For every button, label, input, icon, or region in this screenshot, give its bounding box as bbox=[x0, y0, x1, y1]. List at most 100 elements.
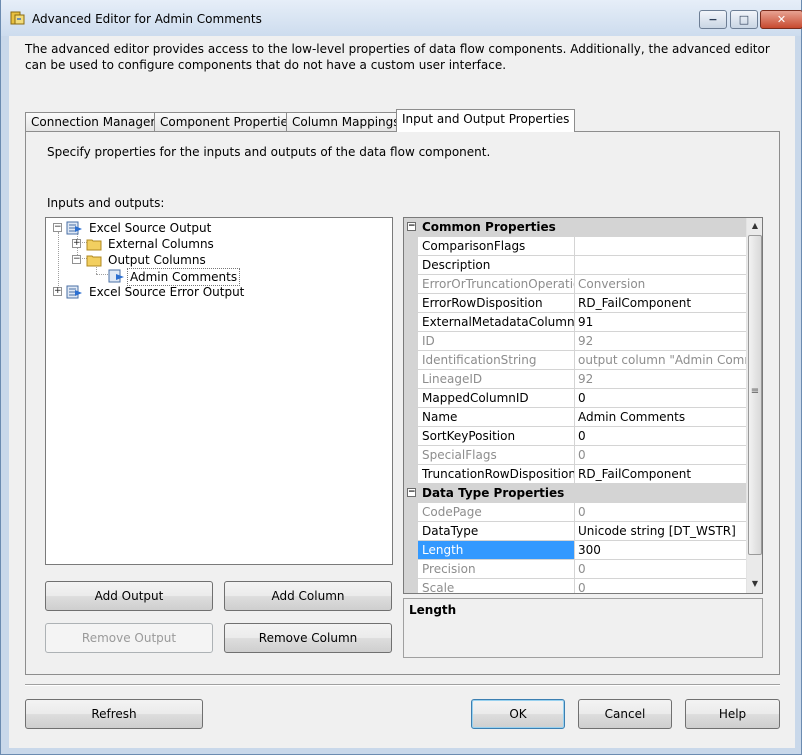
property-row[interactable]: LineageID 92 bbox=[404, 370, 746, 389]
property-name[interactable]: Scale bbox=[418, 579, 575, 593]
property-row[interactable]: DataType Unicode string [DT_WSTR] bbox=[404, 522, 746, 541]
remove-column-button[interactable]: Remove Column bbox=[224, 623, 392, 653]
cancel-button[interactable]: Cancel bbox=[578, 699, 672, 729]
property-name[interactable]: Description bbox=[418, 256, 575, 275]
window-title: Advanced Editor for Admin Comments bbox=[32, 12, 262, 26]
property-name[interactable]: SortKeyPosition bbox=[418, 427, 575, 446]
property-row[interactable]: Description bbox=[404, 256, 746, 275]
tab-component-properties[interactable]: Component Properties bbox=[154, 112, 301, 132]
property-name[interactable]: ComparisonFlags bbox=[418, 237, 575, 256]
property-value[interactable]: RD_FailComponent bbox=[575, 465, 746, 484]
property-value[interactable]: Conversion bbox=[575, 275, 746, 294]
property-row[interactable]: ErrorRowDisposition RD_FailComponent bbox=[404, 294, 746, 313]
row-margin bbox=[404, 427, 418, 446]
ok-button[interactable]: OK bbox=[471, 699, 565, 729]
property-row[interactable]: MappedColumnID 0 bbox=[404, 389, 746, 408]
row-margin bbox=[404, 408, 418, 427]
property-name[interactable]: Length bbox=[418, 541, 575, 560]
inputs-outputs-label: Inputs and outputs: bbox=[47, 196, 165, 210]
property-row[interactable]: IdentificationString output column "Admin… bbox=[404, 351, 746, 370]
category-label: Data Type Properties bbox=[422, 486, 565, 500]
close-button[interactable]: ✕ bbox=[760, 10, 802, 29]
panel-instructions: Specify properties for the inputs and ou… bbox=[47, 145, 491, 159]
property-name[interactable]: SpecialFlags bbox=[418, 446, 575, 465]
collapse-icon[interactable]: − bbox=[72, 255, 81, 264]
property-value[interactable]: RD_FailComponent bbox=[575, 294, 746, 313]
remove-output-button[interactable]: Remove Output bbox=[45, 623, 213, 653]
property-value[interactable]: 92 bbox=[575, 370, 746, 389]
expand-icon[interactable]: + bbox=[72, 239, 81, 248]
property-name[interactable]: IdentificationString bbox=[418, 351, 575, 370]
expand-icon[interactable]: + bbox=[53, 287, 62, 296]
close-icon: ✕ bbox=[776, 13, 787, 26]
dialog-client: The advanced editor provides access to t… bbox=[9, 36, 795, 748]
title-bar[interactable]: Advanced Editor for Admin Comments − □ ✕ bbox=[1, 0, 802, 36]
property-value[interactable]: 0 bbox=[575, 503, 746, 522]
property-description-pane: Length bbox=[403, 598, 763, 658]
property-row[interactable]: SpecialFlags 0 bbox=[404, 446, 746, 465]
property-row[interactable]: Name Admin Comments bbox=[404, 408, 746, 427]
property-name[interactable]: ErrorRowDisposition bbox=[418, 294, 575, 313]
scroll-thumb[interactable]: ≡ bbox=[748, 235, 762, 555]
row-margin bbox=[404, 237, 418, 256]
row-margin bbox=[404, 294, 418, 313]
property-value[interactable]: 300 bbox=[575, 541, 746, 560]
property-name[interactable]: Precision bbox=[418, 560, 575, 579]
property-value[interactable] bbox=[575, 237, 746, 256]
property-grid-scrollbar[interactable]: ▲ ≡ ▼ bbox=[746, 218, 762, 593]
tab-column-mappings[interactable]: Column Mappings bbox=[286, 112, 406, 132]
collapse-icon[interactable]: − bbox=[53, 223, 62, 232]
property-value[interactable]: Unicode string [DT_WSTR] bbox=[575, 522, 746, 541]
property-value[interactable]: Admin Comments bbox=[575, 408, 746, 427]
property-value[interactable] bbox=[575, 256, 746, 275]
folder-icon bbox=[86, 239, 102, 251]
property-value[interactable]: 0 bbox=[575, 446, 746, 465]
property-name[interactable]: ErrorOrTruncationOperation bbox=[418, 275, 575, 294]
property-row[interactable]: CodePage 0 bbox=[404, 503, 746, 522]
inputs-outputs-tree[interactable]: − Excel Source Output + External Columns bbox=[45, 217, 393, 565]
scroll-up-icon[interactable]: ▲ bbox=[747, 218, 762, 234]
row-margin bbox=[404, 351, 418, 370]
tab-connection-managers[interactable]: Connection Managers bbox=[25, 112, 168, 132]
row-margin bbox=[404, 370, 418, 389]
property-value[interactable]: 0 bbox=[575, 560, 746, 579]
collapse-icon[interactable]: − bbox=[407, 222, 416, 231]
property-name[interactable]: ExternalMetadataColumnID bbox=[418, 313, 575, 332]
category-data-type-properties[interactable]: − Data Type Properties bbox=[404, 484, 746, 503]
property-value[interactable]: 92 bbox=[575, 332, 746, 351]
property-row[interactable]: ID 92 bbox=[404, 332, 746, 351]
property-name[interactable]: LineageID bbox=[418, 370, 575, 389]
separator bbox=[25, 684, 780, 686]
property-name[interactable]: CodePage bbox=[418, 503, 575, 522]
property-name[interactable]: TruncationRowDisposition bbox=[418, 465, 575, 484]
help-button[interactable]: Help bbox=[685, 699, 780, 729]
property-row[interactable]: Scale 0 bbox=[404, 579, 746, 593]
property-name[interactable]: DataType bbox=[418, 522, 575, 541]
property-value[interactable]: output column "Admin Comme bbox=[575, 351, 746, 370]
property-value[interactable]: 91 bbox=[575, 313, 746, 332]
refresh-button[interactable]: Refresh bbox=[25, 699, 203, 729]
minimize-button[interactable]: − bbox=[699, 10, 727, 29]
maximize-button[interactable]: □ bbox=[730, 10, 758, 29]
property-grid[interactable]: − Common Properties ComparisonFlags Descr… bbox=[403, 217, 763, 594]
property-row[interactable]: Length 300 bbox=[404, 541, 746, 560]
property-name[interactable]: Name bbox=[418, 408, 575, 427]
category-common-properties[interactable]: − Common Properties bbox=[404, 218, 746, 237]
property-row[interactable]: ExternalMetadataColumnID 91 bbox=[404, 313, 746, 332]
property-value[interactable]: 0 bbox=[575, 579, 746, 593]
collapse-icon[interactable]: − bbox=[407, 488, 416, 497]
property-row[interactable]: SortKeyPosition 0 bbox=[404, 427, 746, 446]
property-row[interactable]: ComparisonFlags bbox=[404, 237, 746, 256]
scroll-down-icon[interactable]: ▼ bbox=[747, 576, 762, 592]
property-row[interactable]: Precision 0 bbox=[404, 560, 746, 579]
row-margin bbox=[404, 541, 418, 560]
property-value[interactable]: 0 bbox=[575, 389, 746, 408]
property-row[interactable]: ErrorOrTruncationOperation Conversion bbox=[404, 275, 746, 294]
property-value[interactable]: 0 bbox=[575, 427, 746, 446]
tab-input-output-properties[interactable]: Input and Output Properties bbox=[396, 109, 576, 132]
property-name[interactable]: ID bbox=[418, 332, 575, 351]
add-output-button[interactable]: Add Output bbox=[45, 581, 213, 611]
add-column-button[interactable]: Add Column bbox=[224, 581, 392, 611]
property-row[interactable]: TruncationRowDisposition RD_FailComponent bbox=[404, 465, 746, 484]
property-name[interactable]: MappedColumnID bbox=[418, 389, 575, 408]
